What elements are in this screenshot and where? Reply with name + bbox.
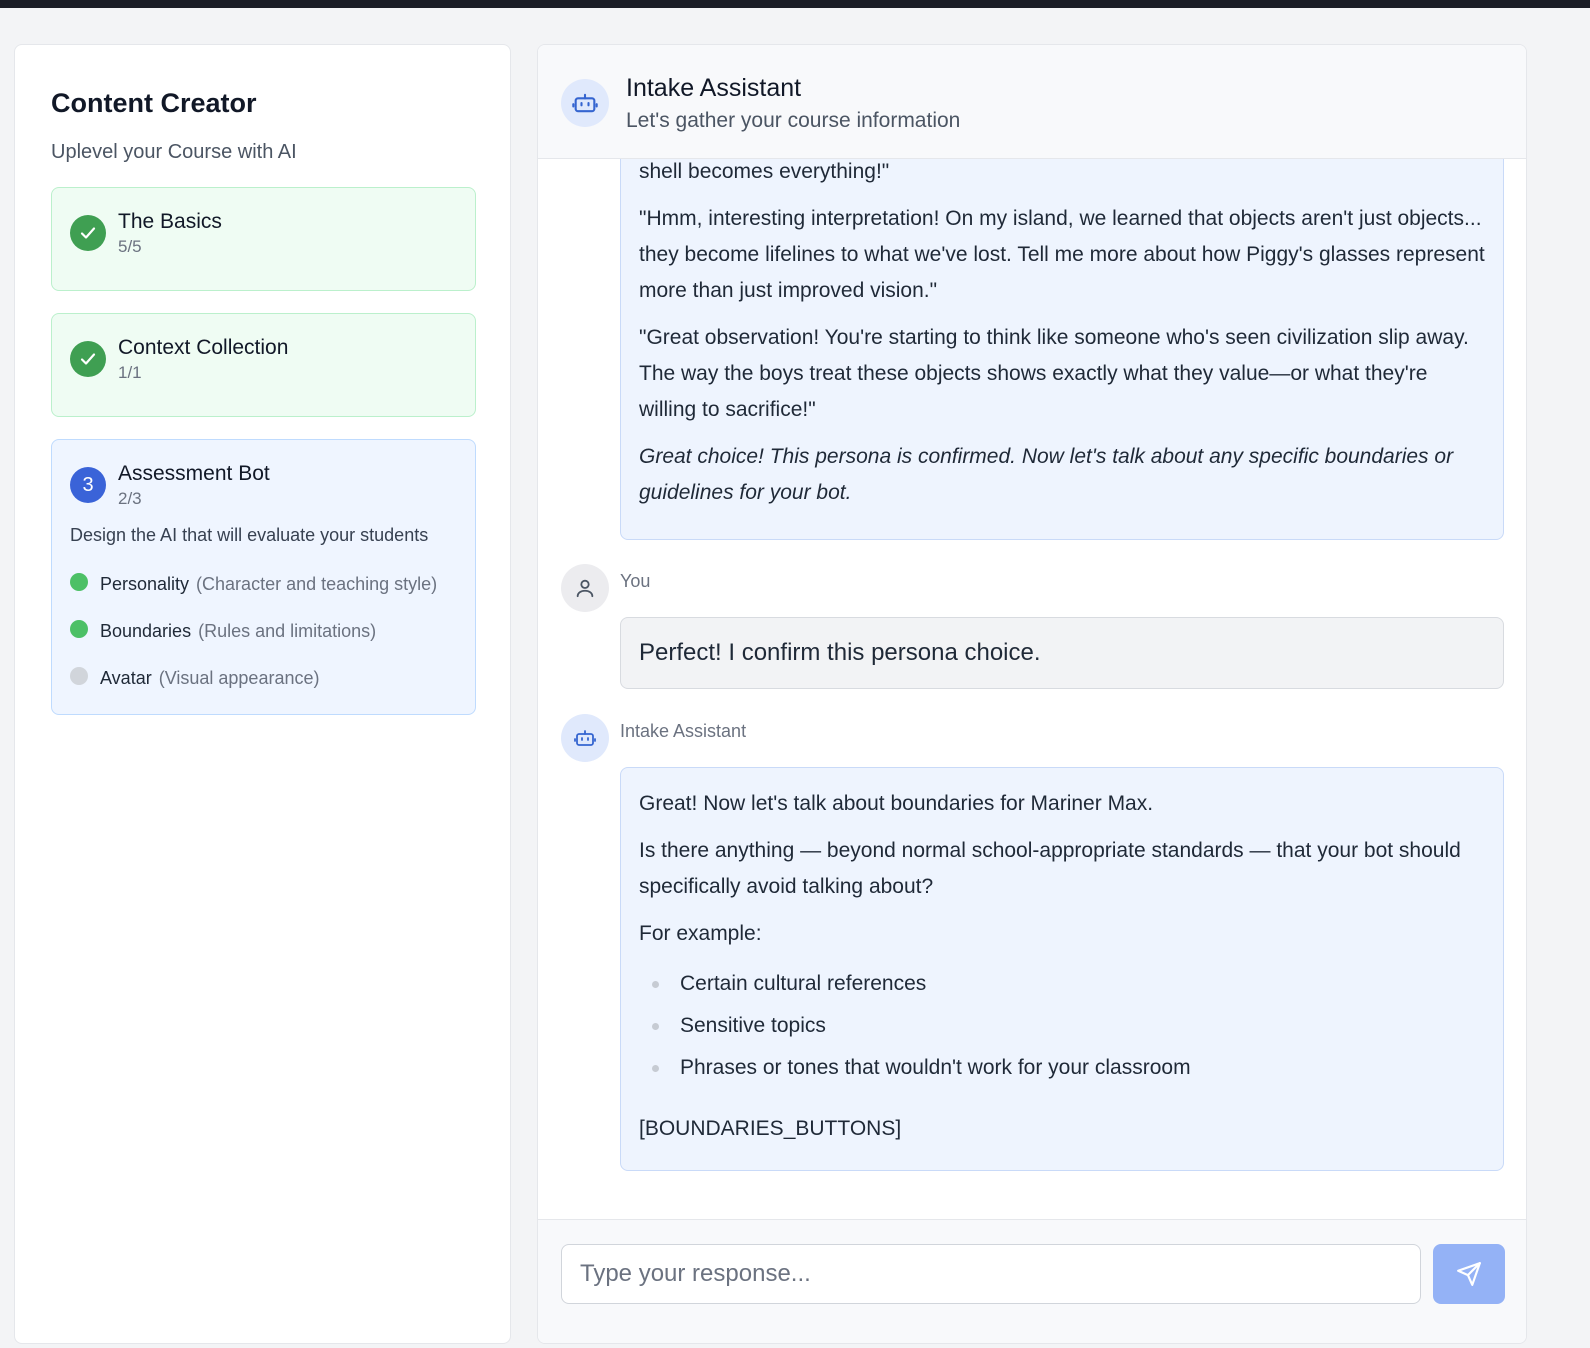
message-sender: You — [620, 571, 651, 591]
sidebar-title: Content Creator — [51, 88, 257, 118]
message-sender: Intake Assistant — [620, 721, 747, 741]
list-item: Sensitive topics — [639, 1005, 1485, 1047]
status-dot-complete — [70, 572, 88, 591]
step-count: 5/5 — [118, 237, 142, 256]
substep-avatar: Avatar (Visual appearance) — [70, 666, 320, 689]
message-paragraph-italic: Great choice! This persona is confirmed.… — [639, 445, 1454, 504]
substep-boundaries: Boundaries (Rules and limitations) — [70, 619, 377, 642]
substep-name: Avatar — [100, 668, 152, 688]
substep-detail: (Rules and limitations) — [198, 621, 377, 641]
message-paragraph: Is there anything — beyond normal school… — [639, 839, 1461, 898]
chat-subtitle: Let's gather your course information — [626, 109, 961, 132]
step-name: Assessment Bot — [118, 462, 270, 485]
boundaries-buttons-placeholder: [BOUNDARIES_BUTTONS] — [639, 1117, 902, 1140]
chat-header: Intake Assistant Let's gather your cours… — [538, 45, 1526, 159]
send-button[interactable] — [1433, 1244, 1505, 1304]
step-number-badge: 3 — [70, 467, 106, 503]
bot-icon — [561, 79, 609, 127]
bot-message: Great! Now let's talk about boundaries f… — [620, 767, 1504, 1171]
substep-personality: Personality (Character and teaching styl… — [70, 572, 438, 595]
user-message: Perfect! I confirm this persona choice. — [620, 617, 1504, 689]
message-paragraph: "Hmm, interesting interpretation! On my … — [639, 207, 1485, 302]
example-list: Certain cultural references Sensitive to… — [639, 963, 1485, 1089]
list-item: Certain cultural references — [639, 963, 1485, 1005]
composer — [538, 1219, 1526, 1343]
substep-name: Personality — [100, 574, 190, 594]
chat-panel: Intake Assistant Let's gather your cours… — [537, 44, 1527, 1344]
bot-icon — [561, 714, 609, 762]
message-paragraph: For example: — [639, 922, 762, 945]
chat-title: Intake Assistant — [626, 74, 802, 102]
send-icon — [1456, 1261, 1482, 1287]
bot-message: "Wait, you think this conch is just a sh… — [620, 159, 1504, 540]
step-count: 2/3 — [118, 489, 142, 508]
message-paragraph: "Great observation! You're starting to t… — [639, 326, 1469, 421]
user-icon — [561, 564, 609, 612]
check-icon — [70, 341, 106, 377]
status-dot-complete — [70, 619, 88, 638]
step-name: Context Collection — [118, 336, 289, 359]
step-the-basics[interactable]: The Basics 5/5 — [51, 187, 476, 291]
sidebar-subtitle: Uplevel your Course with AI — [51, 141, 297, 163]
step-name: The Basics — [118, 210, 222, 233]
status-dot-pending — [70, 666, 88, 685]
response-input[interactable] — [561, 1244, 1421, 1304]
step-description: Design the AI that will evaluate your st… — [70, 525, 429, 545]
progress-sidebar: Content Creator Uplevel your Course with… — [14, 44, 511, 1344]
message-paragraph: Great! Now let's talk about boundaries f… — [639, 792, 1154, 815]
check-icon — [70, 215, 106, 251]
substep-detail: (Visual appearance) — [158, 668, 320, 688]
window-top-bar — [0, 0, 1590, 8]
step-context-collection[interactable]: Context Collection 1/1 — [51, 313, 476, 417]
substep-name: Boundaries — [100, 621, 192, 641]
message-paragraph: "Wait, you think this conch is just a sh… — [639, 160, 890, 183]
step-assessment-bot[interactable]: 3 Assessment Bot 2/3 Design the AI that … — [51, 439, 476, 715]
step-count: 1/1 — [118, 363, 142, 382]
list-item: Phrases or tones that wouldn't work for … — [639, 1047, 1485, 1089]
message-list[interactable]: "Wait, you think this conch is just a sh… — [538, 159, 1526, 1219]
substep-detail: (Character and teaching style) — [196, 574, 438, 594]
